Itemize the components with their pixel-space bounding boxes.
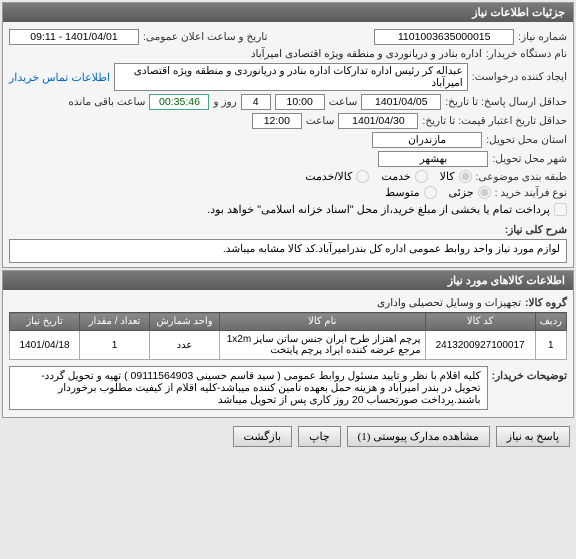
items-header: اطلاعات کالاهای مورد نیاز: [3, 271, 573, 290]
footer-buttons: پاسخ به نیاز مشاهده مدارک پیوستی (1) چاپ…: [0, 420, 576, 453]
panel-title: جزئیات اطلاعات نیاز: [3, 3, 573, 22]
price-valid-label: حداقل تاریخ اعتبار قیمت: تا تاریخ:: [422, 115, 567, 127]
th-unit: واحد شمارش: [150, 313, 220, 331]
table-header-row: ردیف کد کالا نام کالا واحد شمارش تعداد /…: [10, 313, 567, 331]
hour-label-2: ساعت: [306, 115, 335, 127]
announce-value: 1401/04/01 - 09:11: [9, 29, 139, 45]
province-value: مازندران: [372, 132, 482, 148]
print-button[interactable]: چاپ: [298, 426, 341, 447]
th-idx: ردیف: [535, 313, 566, 331]
buyer-label: نام دستگاه خریدار:: [486, 48, 567, 60]
category-label: طبقه بندی موضوعی:: [476, 171, 567, 183]
proc-partial-radio[interactable]: جزئی: [449, 186, 491, 199]
td-code: 2413200927100017: [425, 331, 535, 360]
table-row: 1 2413200927100017 پرچم اهتزاز طرح ایران…: [10, 331, 567, 360]
items-panel: اطلاعات کالاهای مورد نیاز گروه کالا: تجه…: [2, 270, 574, 418]
province-label: استان محل تحویل:: [486, 134, 567, 146]
requester-label: ایجاد کننده درخواست:: [472, 71, 567, 83]
td-date: 1401/04/18: [10, 331, 80, 360]
reply-button[interactable]: پاسخ به نیاز: [496, 426, 570, 447]
pay-note-label: پرداخت تمام یا بخشی از مبلغ خرید،از محل …: [207, 203, 550, 216]
hour-label-1: ساعت: [329, 96, 358, 108]
items-table: ردیف کد کالا نام کالا واحد شمارش تعداد /…: [9, 312, 567, 360]
city-value: بهشهر: [378, 151, 488, 167]
announce-label: تاریخ و ساعت اعلان عمومی:: [143, 31, 267, 43]
cat-goods-label: کالا: [440, 170, 455, 183]
cat-both-radio[interactable]: کالا/خدمت: [305, 170, 369, 183]
th-code: کد کالا: [425, 313, 535, 331]
remain-time: 00:35:46: [149, 94, 209, 110]
remain-label: ساعت باقی مانده: [68, 96, 145, 108]
deadline-label: حداقل ارسال پاسخ: تا تاریخ:: [445, 96, 567, 108]
days-value: 4: [241, 94, 271, 110]
th-qty: تعداد / مقدار: [80, 313, 150, 331]
proc-partial-label: جزئی: [449, 186, 474, 199]
deadline-hour: 10:00: [275, 94, 325, 110]
back-button[interactable]: بازگشت: [233, 426, 293, 447]
requester-value: عبداله کر رئیس اداره تدارکات اداره بنادر…: [114, 63, 468, 91]
need-no-label: شماره نیاز:: [518, 31, 567, 43]
pay-check[interactable]: پرداخت تمام یا بخشی از مبلغ خرید،از محل …: [207, 203, 567, 216]
proc-medium-radio[interactable]: متوسط: [385, 186, 437, 199]
process-label: نوع فرآیند خرید :: [495, 187, 567, 199]
group-label: گروه کالا:: [525, 297, 567, 309]
info-body: شماره نیاز: 1101003635000015 تاریخ و ساع…: [3, 22, 573, 267]
td-unit: عدد: [150, 331, 220, 360]
desc-text: لوازم مورد نیاز واحد روابط عمومی اداره ک…: [9, 239, 567, 263]
cat-service-radio[interactable]: خدمت: [381, 170, 427, 183]
td-qty: 1: [80, 331, 150, 360]
cat-service-label: خدمت: [381, 170, 410, 183]
desc-title-label: شرح کلی نیاز:: [505, 224, 567, 236]
days-label: روز و: [213, 96, 236, 108]
buyer-value: اداره بنادر و دریانوردی و منطقه ویژه اقت…: [251, 48, 482, 60]
proc-medium-label: متوسط: [385, 186, 420, 199]
cat-both-label: کالا/خدمت: [305, 170, 352, 183]
buyer-notes-label: توضیحات خریدار:: [492, 370, 567, 382]
group-value: تجهیزات و وسایل تحصیلی واداری: [377, 297, 521, 309]
buyer-notes: کلیه اقلام با نظر و تایید مسئول روابط عم…: [9, 366, 488, 410]
main-panel: جزئیات اطلاعات نیاز شماره نیاز: 11010036…: [2, 2, 574, 268]
city-label: شهر محل تحویل:: [492, 153, 567, 165]
attachments-button[interactable]: مشاهده مدارک پیوستی (1): [347, 426, 490, 447]
cat-goods-radio[interactable]: کالا: [440, 170, 472, 183]
deadline-date: 1401/04/05: [361, 94, 441, 110]
th-name: نام کالا: [220, 313, 426, 331]
contact-link[interactable]: اطلاعات تماس خریدار: [9, 71, 110, 84]
price-valid-hour: 12:00: [252, 113, 302, 129]
price-valid-date: 1401/04/30: [338, 113, 418, 129]
items-body: گروه کالا: تجهیزات و وسایل تحصیلی واداری…: [3, 290, 573, 417]
td-name: پرچم اهتزاز طرح ایران جنس ساتن سایز 1x2m…: [220, 331, 426, 360]
need-no-value: 1101003635000015: [374, 29, 514, 45]
td-idx: 1: [535, 331, 566, 360]
th-date: تاریخ نیاز: [10, 313, 80, 331]
